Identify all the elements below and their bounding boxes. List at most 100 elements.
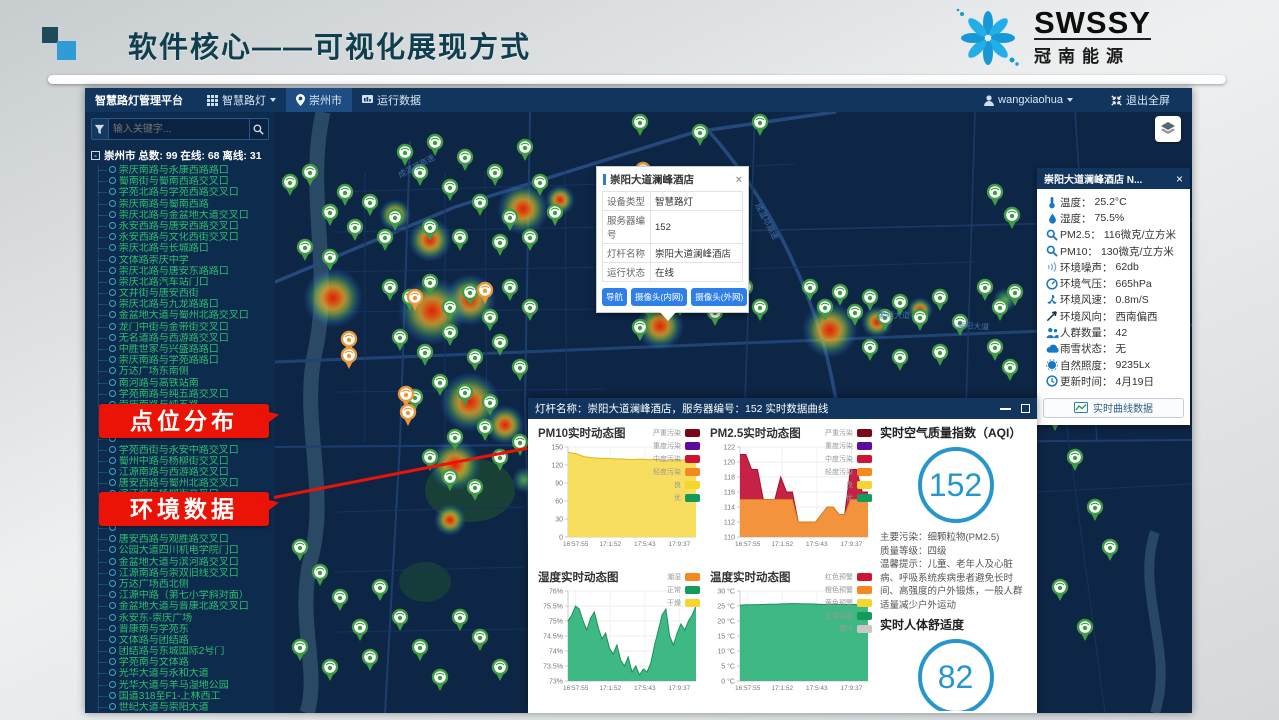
map-pin[interactable] bbox=[433, 670, 447, 691]
tree-root[interactable]: - 崇州市 总数: 99 在线: 68 离线: 31 bbox=[85, 144, 275, 165]
filter-button[interactable] bbox=[91, 118, 109, 140]
tree-item[interactable]: ├─晋康南与学苑东 bbox=[95, 624, 275, 635]
realtime-curve-button[interactable]: 实时曲线数据 bbox=[1043, 398, 1184, 418]
map-pin[interactable] bbox=[428, 135, 442, 156]
map-pin[interactable] bbox=[513, 435, 527, 456]
maximize-icon[interactable] bbox=[1021, 404, 1030, 413]
map-pin[interactable] bbox=[548, 205, 562, 226]
map-pin[interactable] bbox=[373, 580, 387, 601]
minimize-icon[interactable] bbox=[1000, 408, 1011, 410]
map-pin[interactable] bbox=[453, 230, 467, 251]
map-pin[interactable] bbox=[523, 300, 537, 321]
map-pin[interactable] bbox=[393, 330, 407, 351]
tree-item[interactable]: ├─永安西路与文化西街交叉口 bbox=[95, 232, 275, 243]
tree-item[interactable]: ├─崇庆南路与永康西路路口 bbox=[95, 165, 275, 176]
tree-item[interactable]: ├─团结路与东城国际2号门 bbox=[95, 646, 275, 657]
map-pin[interactable] bbox=[413, 640, 427, 661]
nav-item-streetlights[interactable]: 智慧路灯 bbox=[197, 88, 286, 112]
tree-item[interactable]: ├─金盆地大道与滨河路交叉口 bbox=[95, 557, 275, 568]
map-pin[interactable] bbox=[893, 350, 907, 371]
tree-item[interactable]: ├─崇庆北路与长城路口 bbox=[95, 243, 275, 254]
tree-item[interactable]: ├─蜀南街与蜀南西路交叉口 bbox=[95, 176, 275, 187]
tree-item[interactable]: ├─唐安西路与观胜路交叉口 bbox=[95, 534, 275, 545]
tree-item[interactable]: ├─崇庆北路与九龙路路口 bbox=[95, 299, 275, 310]
tree-item[interactable]: ├─文体路与团结路 bbox=[95, 635, 275, 646]
map-pin[interactable] bbox=[363, 650, 377, 671]
map-pin[interactable] bbox=[393, 610, 407, 631]
tree-item[interactable]: ├─中胜世家与兴盛路路口 bbox=[95, 344, 275, 355]
tree-item[interactable]: ├─江源南路与崇双旧线交叉口 bbox=[95, 568, 275, 579]
tree-item[interactable]: ├─永安东-崇庆广场 bbox=[95, 613, 275, 624]
tree-item[interactable]: ├─学苑北路与学苑西路交叉口 bbox=[95, 187, 275, 198]
tree-item[interactable]: ├─唐安西路与蜀州北路交叉口 bbox=[95, 478, 275, 489]
map-pin[interactable] bbox=[338, 185, 352, 206]
tree-item[interactable]: ├─江源中路（第七小学斜对面） bbox=[95, 590, 275, 601]
map-pin[interactable] bbox=[863, 340, 877, 361]
map-pin[interactable] bbox=[283, 175, 297, 196]
tree-item[interactable]: ├─崇庆北路与金盆地大道交叉口 bbox=[95, 210, 275, 221]
map-pin[interactable] bbox=[493, 235, 507, 256]
map-pin[interactable] bbox=[401, 405, 415, 426]
tree-item[interactable]: ├─公园大道四川机电学院门口 bbox=[95, 545, 275, 556]
tree-item[interactable]: ├─学苑南路与纯五路交叉口 bbox=[95, 389, 275, 400]
map-pin[interactable] bbox=[753, 300, 767, 321]
map-pin[interactable] bbox=[988, 185, 1002, 206]
tree-item[interactable]: ├─永安西路与唐安西路交叉口 bbox=[95, 221, 275, 232]
map-pin[interactable] bbox=[803, 280, 817, 301]
map-pin[interactable] bbox=[483, 310, 497, 331]
map-pin[interactable] bbox=[933, 290, 947, 311]
map-pin[interactable] bbox=[353, 620, 367, 641]
map-pin[interactable] bbox=[473, 630, 487, 651]
map-pin[interactable] bbox=[933, 345, 947, 366]
tree-item[interactable]: ├─学苑南与文体路 bbox=[95, 657, 275, 668]
navigate-button[interactable]: 导航 bbox=[602, 288, 627, 306]
map-pin[interactable] bbox=[503, 280, 517, 301]
tree-item[interactable]: ├─学苑西街与永安中路交叉口 bbox=[95, 445, 275, 456]
tree-item[interactable]: ├─光华大道与永和大道 bbox=[95, 668, 275, 679]
map-pin[interactable] bbox=[1053, 580, 1067, 601]
user-menu[interactable]: wangxiaohua bbox=[974, 88, 1083, 112]
map-pin[interactable] bbox=[988, 340, 1002, 361]
map-pin[interactable] bbox=[993, 300, 1007, 321]
map-pin[interactable] bbox=[1088, 500, 1102, 521]
map-pin[interactable] bbox=[348, 220, 362, 241]
map-pin[interactable] bbox=[1005, 208, 1019, 229]
map-pin[interactable] bbox=[1078, 620, 1092, 641]
map-pin[interactable] bbox=[453, 610, 467, 631]
tree-item[interactable]: ├─崇庆南路与学苑路路口 bbox=[95, 355, 275, 366]
tree-item[interactable]: ├─万达广场西北侧 bbox=[95, 579, 275, 590]
camera-external-button[interactable]: 摄像头(外网) bbox=[691, 288, 747, 306]
map-pin[interactable] bbox=[488, 165, 502, 186]
map-pin[interactable] bbox=[313, 565, 327, 586]
map-pin[interactable] bbox=[418, 345, 432, 366]
nav-item-city[interactable]: 崇州市 bbox=[286, 88, 352, 112]
map-pin[interactable] bbox=[458, 150, 472, 171]
tree-item[interactable]: ├─江源南路与西游路交叉口 bbox=[95, 467, 275, 478]
map-pin[interactable] bbox=[693, 125, 707, 146]
tree-item[interactable]: ├─崇庆北路汽车站门口 bbox=[95, 277, 275, 288]
map-pin[interactable] bbox=[1103, 540, 1117, 561]
exit-fullscreen-button[interactable]: 退出全屏 bbox=[1101, 88, 1180, 112]
nav-item-running-data[interactable]: 运行数据 bbox=[352, 88, 431, 112]
map-pin[interactable] bbox=[913, 310, 927, 331]
tree-item[interactable]: ├─万达广场东南侧 bbox=[95, 366, 275, 377]
map-pin[interactable] bbox=[493, 660, 507, 681]
search-button[interactable] bbox=[250, 118, 269, 140]
map-pin[interactable] bbox=[383, 280, 397, 301]
map-pin[interactable] bbox=[523, 230, 537, 251]
search-input[interactable] bbox=[109, 118, 250, 140]
tree-item[interactable]: ├─国道318至F1-上林西工 bbox=[95, 691, 275, 702]
map-layers-button[interactable] bbox=[1155, 116, 1181, 142]
tree-item[interactable]: ├─崇庆北路与唐安东路路口 bbox=[95, 266, 275, 277]
map-pin[interactable] bbox=[378, 230, 392, 251]
close-icon[interactable]: × bbox=[1176, 172, 1183, 186]
tree-item[interactable]: ├─金盆地大道与蜀州北路交叉口 bbox=[95, 310, 275, 321]
map-pin[interactable] bbox=[633, 115, 647, 136]
map-pin[interactable] bbox=[342, 348, 356, 369]
tree-item[interactable]: ├─文井街与唐安西街 bbox=[95, 288, 275, 299]
map-pin[interactable] bbox=[298, 240, 312, 261]
tree-item[interactable]: ├─无名道路与西游路交叉口 bbox=[95, 333, 275, 344]
tree-item[interactable]: ├─金盆地大道与晋康北路交叉口 bbox=[95, 601, 275, 612]
close-icon[interactable]: × bbox=[736, 175, 742, 185]
tree-item[interactable]: ├─崇庆南路与蜀南西路 bbox=[95, 199, 275, 210]
